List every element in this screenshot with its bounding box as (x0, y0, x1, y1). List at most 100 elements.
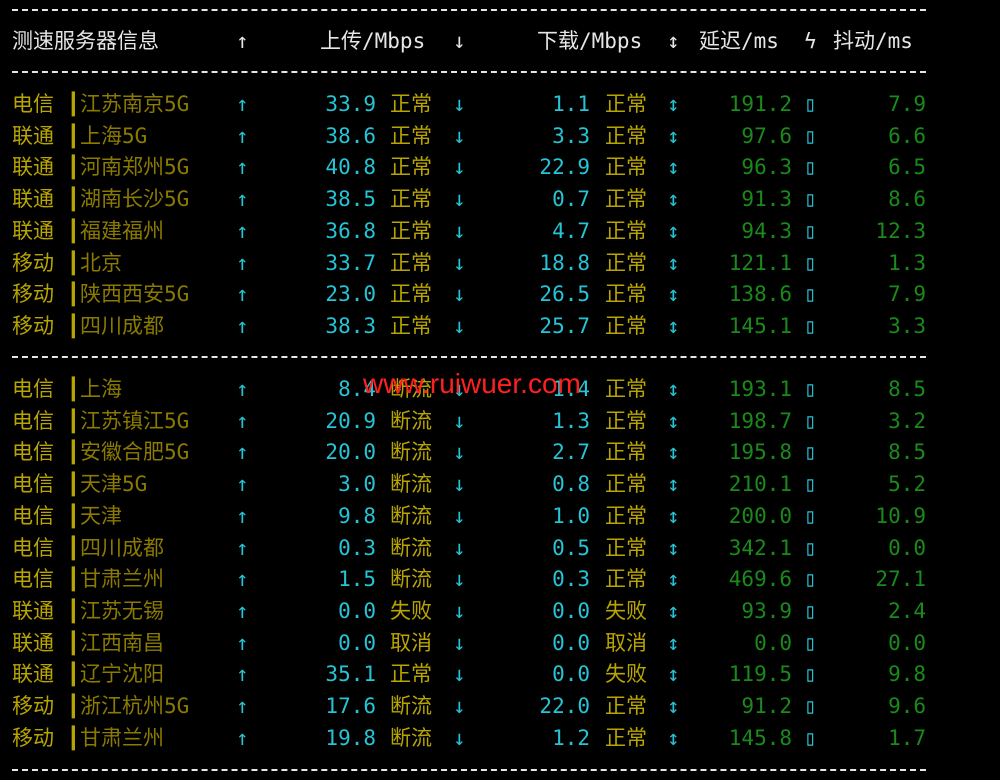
city-label: 甘肃兰州 (80, 725, 164, 750)
jitter-value: 27.1 (875, 567, 926, 592)
upload-status: 断流 (390, 408, 432, 433)
down-arrow-icon: ↓ (453, 598, 466, 623)
download-value: 25.7 (539, 313, 590, 338)
separator: ┃ (67, 535, 80, 560)
up-arrow-icon: ↑ (236, 282, 249, 307)
down-arrow-icon: ↓ (453, 282, 466, 307)
jitter-value: 8.5 (888, 377, 926, 401)
jitter-value: 1.7 (888, 725, 926, 750)
upload-value: 0.0 (338, 598, 376, 623)
box-icon: ▯ (804, 630, 817, 655)
table-header: 测速服务器信息 ↑ 上传/Mbps ↓ 下载/Mbps ↕ 延迟/ms ϟ 抖动… (0, 25, 1000, 57)
updown-arrow-icon: ↕ (667, 313, 680, 338)
latency-value: 191.2 (728, 92, 792, 116)
upload-status: 断流 (390, 503, 432, 528)
table-row: 联通 ┃ 上海5G ↑ 38.6 正常 ↓ 3.3 正常 ↕ 97.6 ▯ 6.6 (0, 120, 1000, 152)
up-arrow-icon: ↑ (236, 598, 249, 623)
down-arrow-icon: ↓ (453, 92, 466, 116)
download-status: 失败 (605, 662, 647, 687)
latency-value: 193.1 (728, 377, 792, 401)
upload-value: 1.5 (338, 567, 376, 592)
download-value: 22.9 (539, 155, 590, 180)
down-arrow-icon: ↓ (453, 503, 466, 528)
jitter-value: 7.9 (888, 92, 926, 116)
down-arrow-icon: ↓ (453, 630, 466, 655)
latency-value: 200.0 (728, 503, 792, 528)
up-arrow-icon: ↑ (236, 694, 249, 718)
upload-value: 33.7 (325, 250, 376, 275)
jitter-value: 0.0 (888, 535, 926, 560)
city-label: 天津 (80, 503, 122, 528)
isp-label: 联通 (12, 155, 54, 180)
latency-value: 342.1 (728, 535, 792, 560)
latency-value: 96.3 (741, 155, 792, 180)
up-arrow-icon: ↑ (236, 92, 249, 116)
download-status: 正常 (605, 187, 647, 212)
down-arrow-icon: ↓ (453, 29, 466, 53)
box-icon: ▯ (804, 662, 817, 687)
city-label: 四川成都 (80, 535, 164, 560)
isp-label: 联通 (12, 123, 54, 148)
separator: ┃ (67, 250, 80, 275)
isp-label: 电信 (12, 377, 54, 401)
up-arrow-icon: ↑ (236, 503, 249, 528)
download-value: 4.7 (552, 218, 590, 243)
latency-value: 195.8 (728, 440, 792, 465)
upload-value: 20.9 (325, 408, 376, 433)
upload-status: 断流 (390, 472, 432, 497)
isp-label: 联通 (12, 598, 54, 623)
jitter-value: 8.5 (888, 440, 926, 465)
city-label: 浙江杭州5G (80, 694, 190, 718)
box-icon: ▯ (804, 377, 817, 401)
upload-status: 断流 (390, 440, 432, 465)
box-icon: ▯ (804, 694, 817, 718)
jitter-value: 6.5 (888, 155, 926, 180)
up-arrow-icon: ↑ (236, 377, 249, 401)
upload-status: 正常 (390, 313, 432, 338)
separator: ┃ (67, 725, 80, 750)
updown-arrow-icon: ↕ (667, 408, 680, 433)
down-arrow-icon: ↓ (453, 440, 466, 465)
download-value: 18.8 (539, 250, 590, 275)
separator: ┃ (67, 408, 80, 433)
updown-arrow-icon: ↕ (667, 567, 680, 592)
download-value: 0.0 (552, 598, 590, 623)
updown-arrow-icon: ↕ (667, 377, 680, 401)
download-status: 正常 (605, 725, 647, 750)
updown-arrow-icon: ↕ (667, 662, 680, 687)
jitter-value: 6.6 (888, 123, 926, 148)
download-status: 正常 (605, 92, 647, 116)
jitter-value: 1.3 (888, 250, 926, 275)
download-value: 0.3 (552, 567, 590, 592)
isp-label: 电信 (12, 503, 54, 528)
latency-value: 198.7 (728, 408, 792, 433)
download-value: 0.8 (552, 472, 590, 497)
city-label: 江苏南京5G (80, 92, 190, 116)
table-row: 联通 ┃ 江苏无锡 ↑ 0.0 失败 ↓ 0.0 失败 ↕ 93.9 ▯ 2.4 (0, 595, 1000, 627)
isp-label: 电信 (12, 408, 54, 433)
up-arrow-icon: ↑ (236, 630, 249, 655)
divider-bottom (12, 769, 926, 771)
city-label: 湖南长沙5G (80, 187, 190, 212)
box-icon: ▯ (804, 535, 817, 560)
table-row: 电信 ┃ 天津 ↑ 9.8 断流 ↓ 1.0 正常 ↕ 200.0 ▯ 10.9 (0, 500, 1000, 532)
down-arrow-icon: ↓ (453, 123, 466, 148)
upload-status: 正常 (390, 250, 432, 275)
upload-value: 17.6 (325, 694, 376, 718)
box-icon: ▯ (804, 725, 817, 750)
box-icon: ▯ (804, 155, 817, 180)
city-label: 河南郑州5G (80, 155, 190, 180)
upload-value: 3.0 (338, 472, 376, 497)
jitter-value: 8.6 (888, 187, 926, 212)
jitter-value: 2.4 (888, 598, 926, 623)
jitter-value: 0.0 (888, 630, 926, 655)
download-value: 2.7 (552, 440, 590, 465)
separator: ┃ (67, 567, 80, 592)
upload-status: 断流 (390, 535, 432, 560)
divider-header (12, 71, 926, 73)
box-icon: ▯ (804, 282, 817, 307)
header-download: 下载/Mbps (537, 29, 643, 53)
isp-label: 电信 (12, 567, 54, 592)
download-value: 0.0 (552, 630, 590, 655)
header-server: 测速服务器信息 (12, 29, 159, 53)
